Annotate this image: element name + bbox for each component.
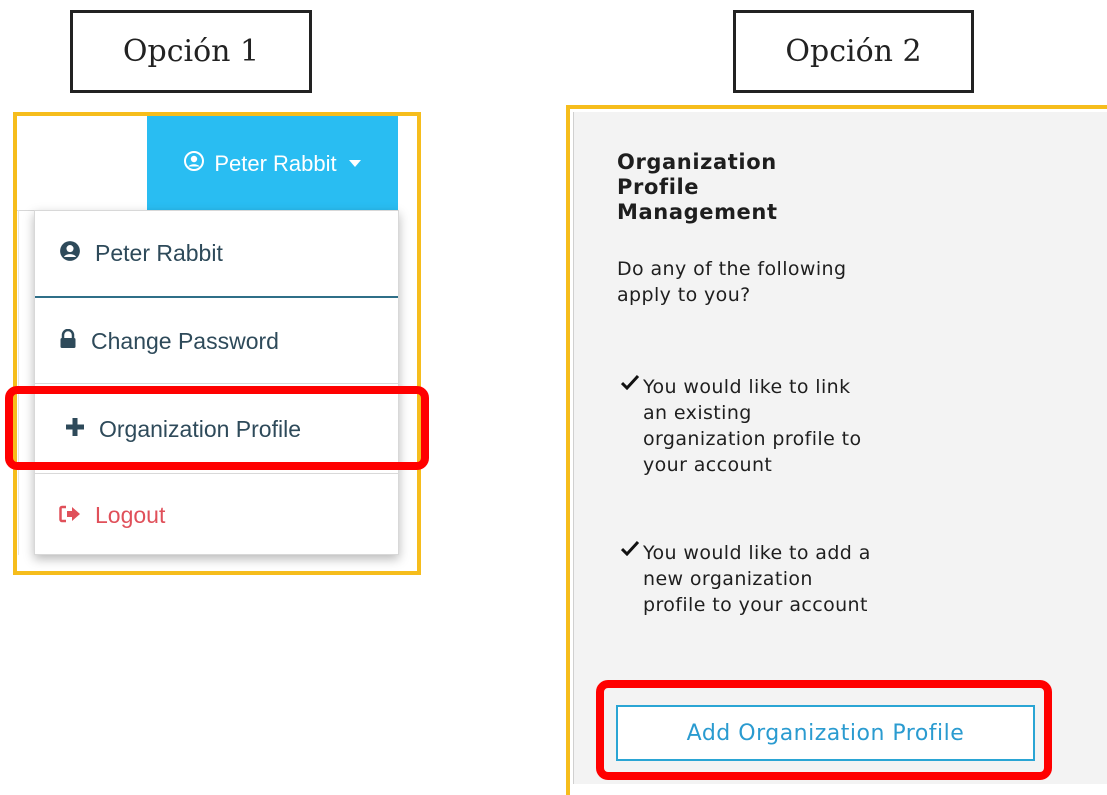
lock-icon [59, 328, 77, 355]
user-menu-toggle[interactable]: Peter Rabbit [147, 116, 398, 211]
bullet-text: You would like to add a new organization… [643, 542, 871, 616]
bullet-link-existing: You would like to link an existing organ… [620, 374, 881, 478]
caret-down-icon [348, 160, 361, 167]
menu-item-logout[interactable]: Logout [35, 475, 398, 555]
menu-item-label: Peter Rabbit [95, 240, 223, 266]
panel-title: Organization Profile Management [617, 150, 778, 224]
bullet-add-new: You would like to add a new organization… [620, 540, 881, 618]
page-edge [18, 210, 19, 555]
check-icon [620, 374, 643, 478]
panel-intro: Do any of the following apply to you? [617, 258, 847, 306]
menu-item-label: Logout [95, 501, 166, 528]
menu-item-label: Change Password [91, 328, 279, 354]
option-1-label-text: Opción 1 [122, 34, 260, 69]
option-1-label: Opción 1 [70, 10, 312, 93]
option-2-label: Opción 2 [733, 10, 974, 93]
menu-item-change-password[interactable]: Change Password [35, 300, 398, 384]
user-dropdown-menu: Peter Rabbit Change Password Organizatio… [34, 210, 399, 555]
option-2-label-text: Opción 2 [785, 34, 922, 69]
highlight-organization-profile [5, 386, 429, 470]
bullet-text: You would like to link an existing organ… [643, 376, 862, 476]
user-circle-icon [59, 240, 81, 268]
menu-item-profile[interactable]: Peter Rabbit [35, 211, 398, 298]
highlight-add-button [596, 680, 1052, 780]
user-menu-name: Peter Rabbit [214, 150, 337, 176]
check-icon [620, 540, 643, 618]
user-circle-icon [184, 150, 205, 177]
sign-out-icon [59, 502, 81, 529]
